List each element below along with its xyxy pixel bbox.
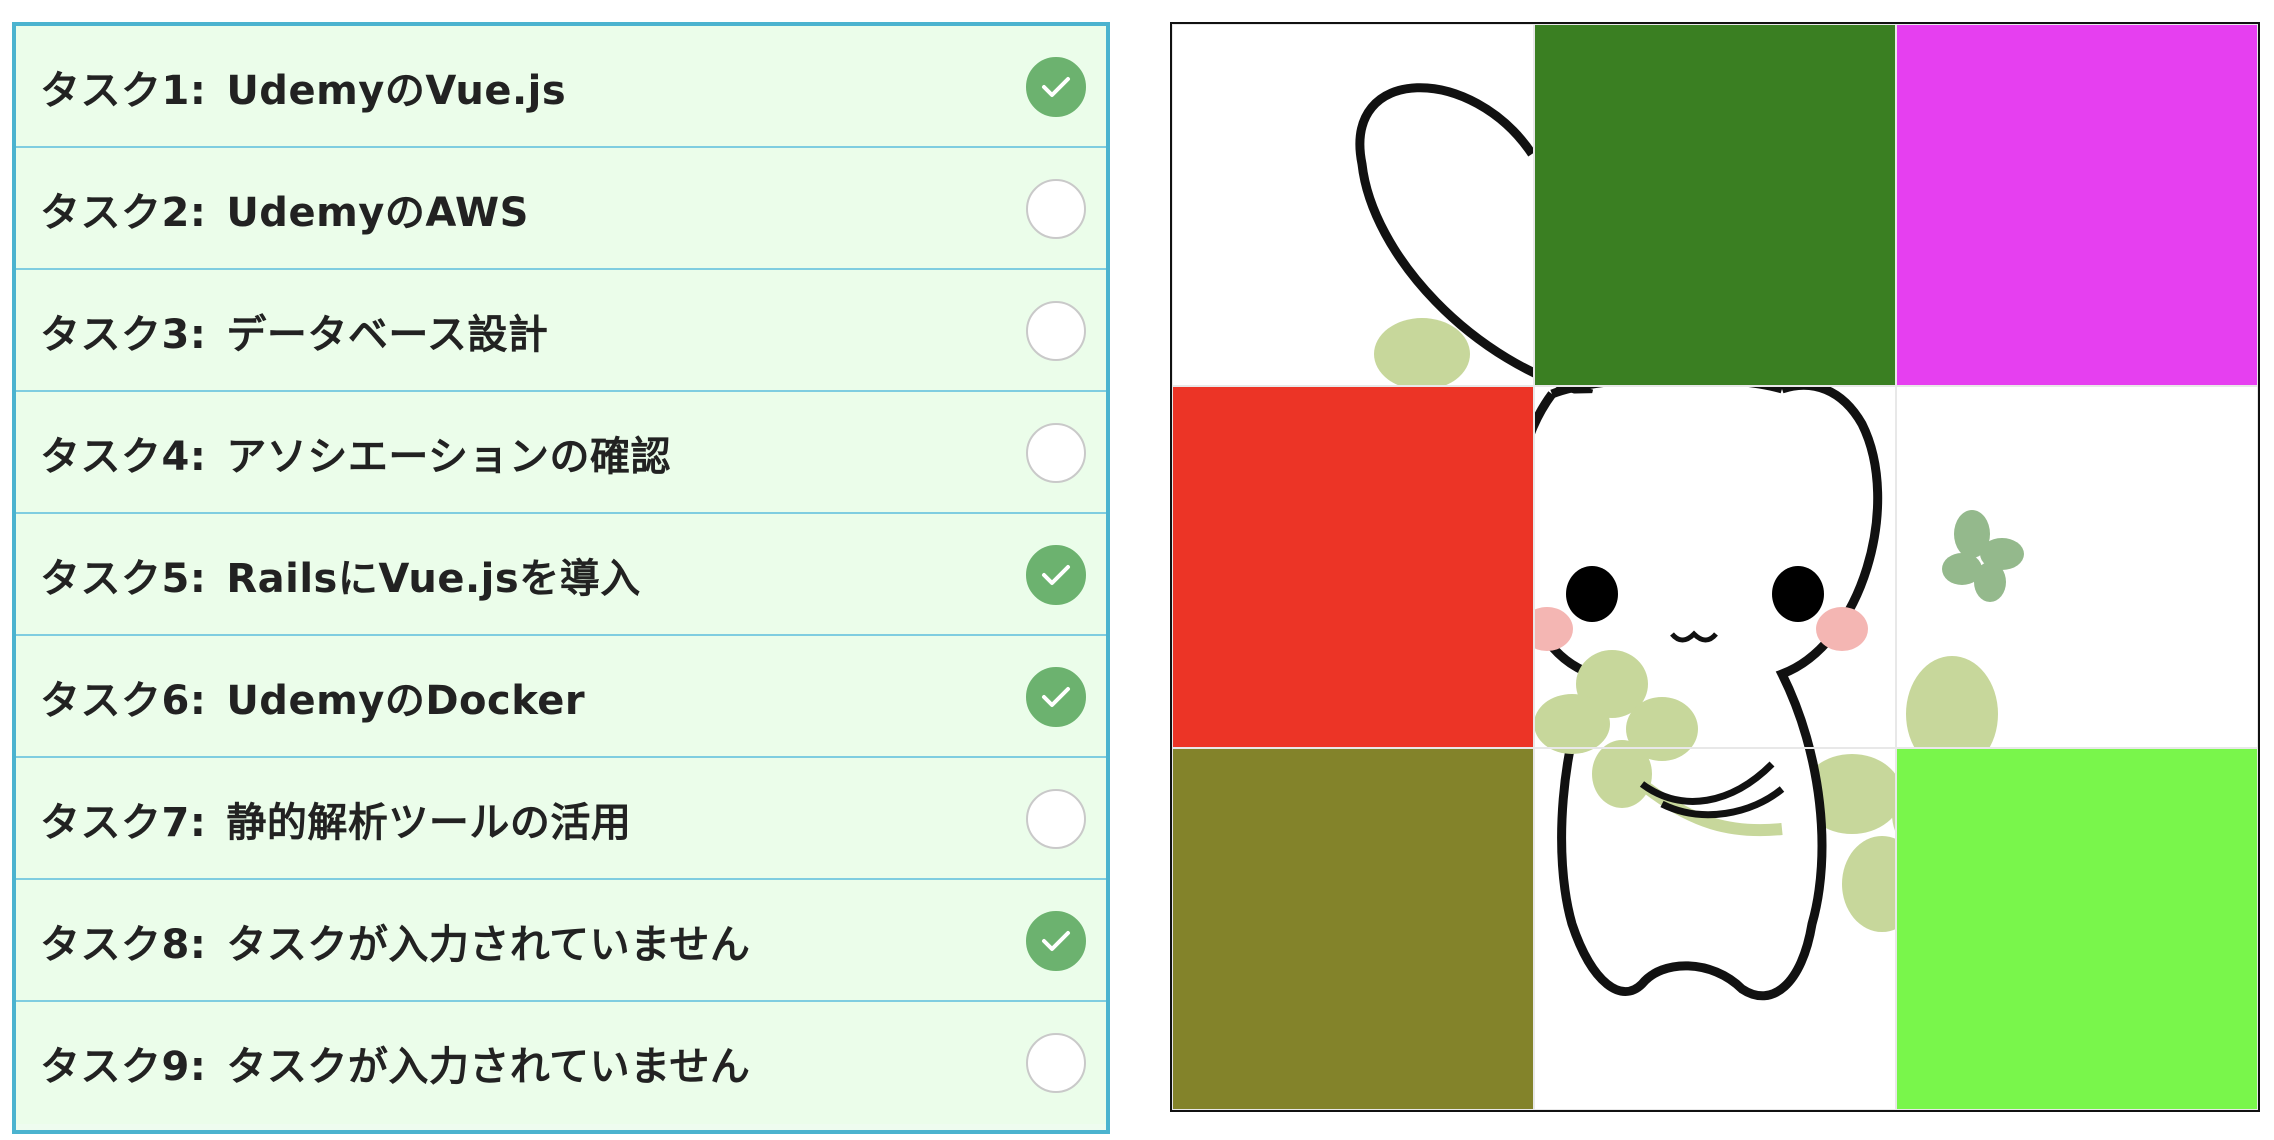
task-row[interactable]: タスク8: タスクが入力されていません <box>16 880 1106 1002</box>
task-title: タスクが入力されていません <box>226 922 751 968</box>
checked-circle-icon[interactable] <box>1026 57 1086 117</box>
task-row[interactable]: タスク3: データベース設計 <box>16 270 1106 392</box>
checked-circle-icon[interactable] <box>1026 911 1086 971</box>
task-number: タスク8: <box>40 922 207 968</box>
unchecked-circle-icon[interactable] <box>1026 179 1086 239</box>
task-title: データベース設計 <box>226 312 549 358</box>
task-number: タスク5: <box>40 556 207 602</box>
task-number: タスク4: <box>40 434 207 480</box>
task-title: UdemyのAWS <box>226 190 529 236</box>
puzzle-tile[interactable] <box>1172 386 1534 748</box>
task-title: 静的解析ツールの活用 <box>226 800 632 846</box>
task-number: タスク3: <box>40 312 207 358</box>
task-row[interactable]: タスク1: UdemyのVue.js <box>16 26 1106 148</box>
checked-circle-icon[interactable] <box>1026 667 1086 727</box>
task-number: タスク7: <box>40 800 207 846</box>
unchecked-circle-icon[interactable] <box>1026 1033 1086 1093</box>
task-label: タスク3: データベース設計 <box>40 270 548 392</box>
task-title: アソシエーションの確認 <box>226 434 672 480</box>
puzzle-tile[interactable] <box>1172 748 1534 1110</box>
task-label: タスク2: UdemyのAWS <box>40 148 529 270</box>
puzzle-tile[interactable] <box>1534 748 1896 1110</box>
task-label: タスク6: UdemyのDocker <box>40 636 585 758</box>
task-label: タスク9: タスクが入力されていません <box>40 1002 750 1124</box>
checked-circle-icon[interactable] <box>1026 545 1086 605</box>
task-label: タスク5: RailsにVue.jsを導入 <box>40 514 641 636</box>
puzzle-tile[interactable] <box>1896 386 2258 748</box>
task-label: タスク8: タスクが入力されていません <box>40 880 750 1002</box>
puzzle-tile[interactable] <box>1534 386 1896 748</box>
task-number: タスク9: <box>40 1044 207 1090</box>
task-row[interactable]: タスク5: RailsにVue.jsを導入 <box>16 514 1106 636</box>
unchecked-circle-icon[interactable] <box>1026 423 1086 483</box>
task-row[interactable]: タスク6: UdemyのDocker <box>16 636 1106 758</box>
puzzle-tile[interactable] <box>1172 24 1534 386</box>
puzzle-tile[interactable] <box>1896 24 2258 386</box>
task-label: タスク1: UdemyのVue.js <box>40 26 566 148</box>
task-list: タスク1: UdemyのVue.js タスク2: UdemyのAWS タスク3: データベ… <box>12 22 1110 1134</box>
task-label: タスク4: アソシエーションの確認 <box>40 392 671 514</box>
unchecked-circle-icon[interactable] <box>1026 789 1086 849</box>
task-title: タスクが入力されていません <box>226 1044 751 1090</box>
image-puzzle <box>1170 22 2260 1112</box>
task-number: タスク1: <box>40 68 207 114</box>
task-row[interactable]: タスク4: アソシエーションの確認 <box>16 392 1106 514</box>
task-title: UdemyのVue.js <box>226 68 567 114</box>
puzzle-tile[interactable] <box>1896 748 2258 1110</box>
task-row[interactable]: タスク7: 静的解析ツールの活用 <box>16 758 1106 880</box>
task-number: タスク6: <box>40 678 207 724</box>
task-row[interactable]: タスク9: タスクが入力されていません <box>16 1002 1106 1124</box>
task-number: タスク2: <box>40 190 207 236</box>
task-label: タスク7: 静的解析ツールの活用 <box>40 758 631 880</box>
puzzle-tile[interactable] <box>1534 24 1896 386</box>
unchecked-circle-icon[interactable] <box>1026 301 1086 361</box>
task-title: UdemyのDocker <box>226 678 586 724</box>
task-title: RailsにVue.jsを導入 <box>226 556 641 602</box>
task-row[interactable]: タスク2: UdemyのAWS <box>16 148 1106 270</box>
